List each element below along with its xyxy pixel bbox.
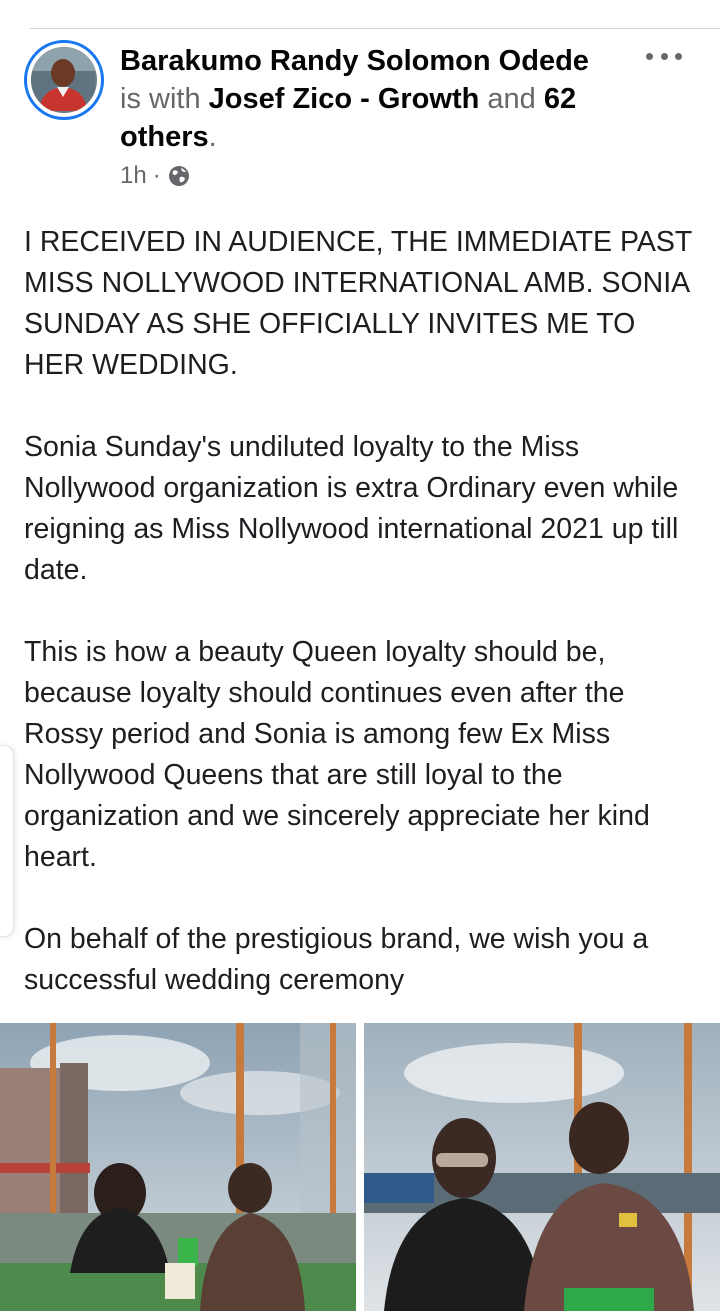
globe-icon xyxy=(168,166,189,186)
post-photo[interactable] xyxy=(0,1023,356,1311)
post-timestamp[interactable]: 1h xyxy=(120,162,147,190)
facebook-post-page: Barakumo Randy Solomon Odede is with Jos… xyxy=(0,0,720,1311)
post-paragraph: On behalf of the prestigious brand, we w… xyxy=(24,923,649,996)
photo-grid xyxy=(0,1023,720,1311)
tagged-person[interactable]: Josef Zico - Growth xyxy=(209,83,480,115)
side-panel-edge[interactable] xyxy=(0,745,14,937)
post-paragraph: This is how a beauty Queen loyalty shoul… xyxy=(24,636,650,873)
period-text: . xyxy=(208,121,217,153)
more-options-icon[interactable] xyxy=(646,44,682,68)
post-paragraph: I RECEIVED IN AUDIENCE, THE IMMEDIATE PA… xyxy=(24,226,692,381)
post-meta: 1h · xyxy=(120,162,191,190)
with-text: is with xyxy=(120,83,201,115)
top-divider xyxy=(30,28,720,29)
author-name[interactable]: Barakumo Randy Solomon Odede xyxy=(120,45,589,77)
meta-separator: · xyxy=(152,162,161,189)
post-header: Barakumo Randy Solomon Odede is with Jos… xyxy=(24,40,704,200)
avatar-photo xyxy=(31,47,95,111)
post-paragraph: Sonia Sunday's undiluted loyalty to the … xyxy=(24,431,679,586)
and-text: and xyxy=(487,83,536,115)
post-author-line: Barakumo Randy Solomon Odede is with Jos… xyxy=(120,42,640,156)
post-body: I RECEIVED IN AUDIENCE, THE IMMEDIATE PA… xyxy=(24,222,700,1042)
author-avatar[interactable] xyxy=(24,40,104,120)
post-photo[interactable] xyxy=(364,1023,720,1311)
